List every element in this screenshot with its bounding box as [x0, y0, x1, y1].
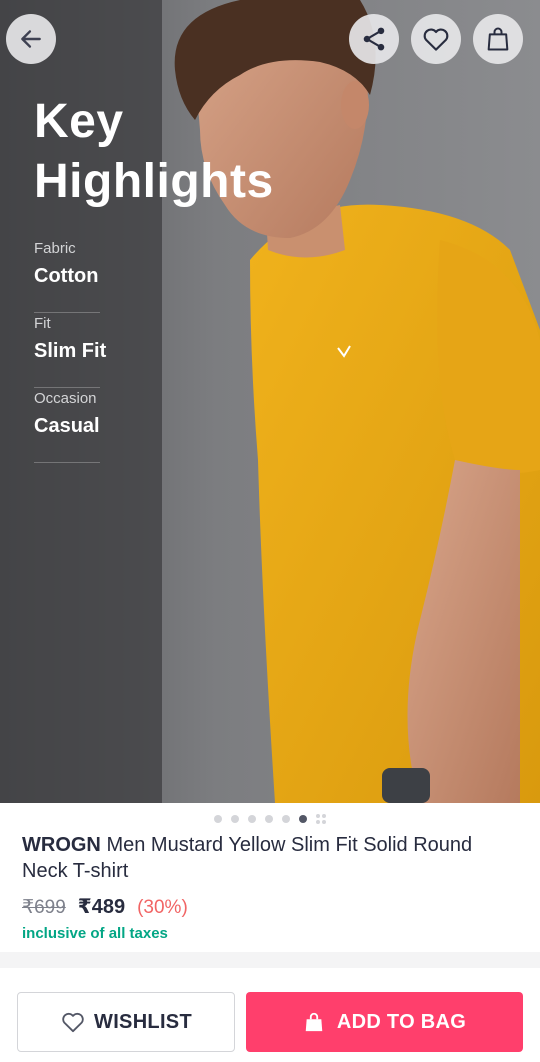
heart-icon: [62, 1012, 84, 1033]
highlights-title-line1: Key: [34, 95, 124, 148]
product-brand[interactable]: WROGN: [22, 834, 101, 856]
highlights-title: Key Highlights: [34, 92, 334, 212]
highlight-label: Fit: [34, 315, 51, 332]
product-title: WROGN Men Mustard Yellow Slim Fit Solid …: [22, 832, 522, 884]
carousel-dot[interactable]: [265, 815, 273, 823]
carousel-dot[interactable]: [282, 815, 290, 823]
highlight-item-fabric: Fabric Cotton: [34, 238, 100, 313]
product-image[interactable]: Key Highlights Fabric Cotton Fit Slim Fi…: [0, 0, 540, 803]
heart-icon: [423, 28, 449, 51]
tax-note: inclusive of all taxes: [22, 925, 168, 942]
price-row: ₹699 ₹489 (30%): [22, 894, 522, 921]
carousel-dot-active[interactable]: [299, 815, 307, 823]
action-bar: WISHLIST ADD TO BAG: [0, 968, 540, 1062]
carousel-indicator: [0, 803, 540, 835]
more-images-icon[interactable]: [316, 814, 326, 824]
product-discount: (30%): [137, 897, 188, 918]
wishlist-button-label: WISHLIST: [94, 1010, 192, 1033]
carousel-dot[interactable]: [248, 815, 256, 823]
product-price: ₹489: [77, 896, 126, 918]
back-button[interactable]: [6, 14, 56, 64]
highlight-item-occasion: Occasion Casual: [34, 388, 100, 463]
shopping-bag-icon: [487, 27, 509, 51]
section-divider: [0, 952, 540, 968]
product-mrp: ₹699: [22, 897, 66, 918]
wishlist-icon-button[interactable]: [411, 14, 461, 64]
highlight-value: Slim Fit: [34, 340, 107, 362]
back-arrow-icon: [21, 30, 41, 48]
highlight-label: Occasion: [34, 390, 97, 407]
highlight-value: Casual: [34, 415, 100, 437]
highlights-title-line2: Highlights: [34, 155, 274, 208]
add-to-bag-button[interactable]: ADD TO BAG: [246, 992, 523, 1052]
share-button[interactable]: [349, 14, 399, 64]
highlights-list: Fabric Cotton Fit Slim Fit Occasion Casu…: [34, 238, 107, 463]
carousel-dot[interactable]: [214, 815, 222, 823]
wishlist-button[interactable]: WISHLIST: [17, 992, 235, 1052]
product-info: WROGN Men Mustard Yellow Slim Fit Solid …: [22, 832, 522, 942]
highlight-value: Cotton: [34, 265, 99, 287]
bag-icon-button[interactable]: [473, 14, 523, 64]
highlight-label: Fabric: [34, 240, 76, 257]
shopping-bag-icon: [305, 1012, 323, 1032]
highlight-item-fit: Fit Slim Fit: [34, 313, 107, 388]
add-to-bag-label: ADD TO BAG: [336, 1010, 467, 1033]
share-icon: [363, 27, 385, 51]
carousel-dot[interactable]: [231, 815, 239, 823]
